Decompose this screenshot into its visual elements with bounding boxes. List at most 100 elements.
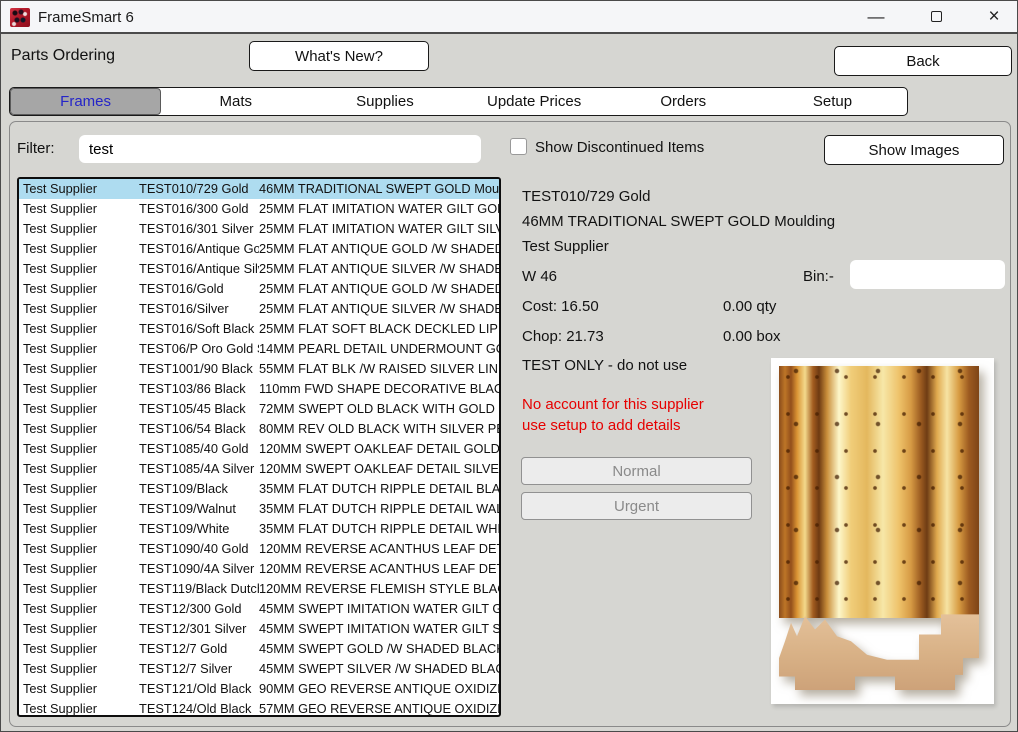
list-item[interactable]: Test SupplierTEST1085/4A Silver120MM SWE… bbox=[19, 459, 499, 479]
cell-code: TEST106/54 Black bbox=[139, 419, 259, 439]
cell-description: 120MM SWEPT OAKLEAF DETAIL SILVER Mo bbox=[259, 459, 499, 479]
list-item[interactable]: Test SupplierTEST12/300 Gold45MM SWEPT I… bbox=[19, 599, 499, 619]
supplier-warning-line2: use setup to add details bbox=[522, 417, 680, 434]
supplier-warning-line1: No account for this supplier bbox=[522, 396, 704, 413]
cell-description: 14MM PEARL DETAIL UNDERMOUNT GOLD S bbox=[259, 339, 499, 359]
back-button[interactable]: Back bbox=[834, 46, 1012, 76]
list-item[interactable]: Test SupplierTEST121/Old Black90MM GEO R… bbox=[19, 679, 499, 699]
cell-supplier: Test Supplier bbox=[19, 679, 139, 699]
cell-code: TEST12/300 Gold bbox=[139, 599, 259, 619]
cell-code: TEST109/Walnut bbox=[139, 499, 259, 519]
tab-supplies[interactable]: Supplies bbox=[310, 88, 459, 115]
list-item[interactable]: Test SupplierTEST119/Black Dutch120MM RE… bbox=[19, 579, 499, 599]
show-discontinued-label: Show Discontinued Items bbox=[535, 139, 704, 156]
cell-supplier: Test Supplier bbox=[19, 699, 139, 717]
cell-description: 55MM FLAT BLK /W RAISED SILVER LINES M bbox=[259, 359, 499, 379]
minimize-icon[interactable]: — bbox=[854, 1, 898, 32]
list-item[interactable]: Test SupplierTEST105/45 Black72MM SWEPT … bbox=[19, 399, 499, 419]
cell-description: 25MM FLAT ANTIQUE GOLD /W SHADED BLA bbox=[259, 279, 499, 299]
cell-description: 25MM FLAT IMITATION WATER GILT SILVER bbox=[259, 219, 499, 239]
cell-code: TEST105/45 Black bbox=[139, 399, 259, 419]
list-item[interactable]: Test SupplierTEST124/Old Black57MM GEO R… bbox=[19, 699, 499, 717]
filter-input[interactable] bbox=[79, 135, 481, 163]
list-item[interactable]: Test SupplierTEST109/Black35MM FLAT DUTC… bbox=[19, 479, 499, 499]
urgent-order-button[interactable]: Urgent bbox=[521, 492, 752, 520]
list-item[interactable]: Test SupplierTEST12/7 Gold45MM SWEPT GOL… bbox=[19, 639, 499, 659]
show-images-button[interactable]: Show Images bbox=[824, 135, 1004, 165]
detail-code: TEST010/729 Gold bbox=[522, 188, 650, 205]
list-item[interactable]: Test SupplierTEST103/86 Black110mm FWD S… bbox=[19, 379, 499, 399]
cell-supplier: Test Supplier bbox=[19, 179, 139, 199]
list-item[interactable]: Test SupplierTEST016/Silver25MM FLAT ANT… bbox=[19, 299, 499, 319]
cell-supplier: Test Supplier bbox=[19, 479, 139, 499]
cell-supplier: Test Supplier bbox=[19, 399, 139, 419]
list-item[interactable]: Test SupplierTEST1090/4A Silver120MM REV… bbox=[19, 559, 499, 579]
cell-description: 25MM FLAT ANTIQUE GOLD /W SHADED BLA bbox=[259, 239, 499, 259]
cell-supplier: Test Supplier bbox=[19, 299, 139, 319]
cell-description: 25MM FLAT ANTIQUE SILVER /W SHADED BL bbox=[259, 299, 499, 319]
list-item[interactable]: Test SupplierTEST12/7 Silver45MM SWEPT S… bbox=[19, 659, 499, 679]
tab-orders[interactable]: Orders bbox=[609, 88, 758, 115]
cell-description: 45MM SWEPT SILVER /W SHADED BLACK LI bbox=[259, 659, 499, 679]
cell-supplier: Test Supplier bbox=[19, 319, 139, 339]
list-item[interactable]: Test SupplierTEST016/Antique Silv25MM FL… bbox=[19, 259, 499, 279]
cell-supplier: Test Supplier bbox=[19, 659, 139, 679]
list-item[interactable]: Test SupplierTEST106/54 Black80MM REV OL… bbox=[19, 419, 499, 439]
tab-mats[interactable]: Mats bbox=[161, 88, 310, 115]
list-item[interactable]: Test SupplierTEST1001/90 Black55MM FLAT … bbox=[19, 359, 499, 379]
whats-new-button[interactable]: What's New? bbox=[249, 41, 429, 71]
moulding-photo bbox=[771, 358, 994, 704]
list-item[interactable]: Test SupplierTEST016/Soft Black25MM FLAT… bbox=[19, 319, 499, 339]
cell-supplier: Test Supplier bbox=[19, 619, 139, 639]
cell-supplier: Test Supplier bbox=[19, 599, 139, 619]
bin-input[interactable] bbox=[850, 260, 1005, 289]
cell-supplier: Test Supplier bbox=[19, 639, 139, 659]
maximize-square bbox=[931, 11, 942, 22]
cell-code: TEST1090/4A Silver bbox=[139, 559, 259, 579]
list-item[interactable]: Test SupplierTEST010/729 Gold46MM TRADIT… bbox=[19, 179, 499, 199]
filter-label: Filter: bbox=[17, 140, 55, 157]
show-discontinued-checkbox[interactable] bbox=[510, 138, 527, 155]
list-item[interactable]: Test SupplierTEST109/White35MM FLAT DUTC… bbox=[19, 519, 499, 539]
cell-code: TEST1090/40 Gold bbox=[139, 539, 259, 559]
close-icon[interactable]: × bbox=[972, 1, 1016, 32]
cell-code: TEST016/Soft Black bbox=[139, 319, 259, 339]
detail-chop: Chop: 21.73 bbox=[522, 328, 604, 345]
cell-supplier: Test Supplier bbox=[19, 219, 139, 239]
detail-box: 0.00 box bbox=[723, 328, 781, 345]
cell-code: TEST06/P Oro Gold S bbox=[139, 339, 259, 359]
normal-order-button[interactable]: Normal bbox=[521, 457, 752, 485]
cell-supplier: Test Supplier bbox=[19, 539, 139, 559]
cell-supplier: Test Supplier bbox=[19, 339, 139, 359]
cell-description: 72MM SWEPT OLD BLACK WITH GOLD LIP M bbox=[259, 399, 499, 419]
list-item[interactable]: Test SupplierTEST016/301 Silver25MM FLAT… bbox=[19, 219, 499, 239]
cell-supplier: Test Supplier bbox=[19, 259, 139, 279]
list-item[interactable]: Test SupplierTEST1090/40 Gold120MM REVER… bbox=[19, 539, 499, 559]
detail-supplier: Test Supplier bbox=[522, 238, 609, 255]
list-item[interactable]: Test SupplierTEST016/Gold25MM FLAT ANTIQ… bbox=[19, 279, 499, 299]
title-bar: FrameSmart 6 — × bbox=[1, 1, 1017, 34]
cell-supplier: Test Supplier bbox=[19, 199, 139, 219]
maximize-icon[interactable] bbox=[914, 1, 958, 32]
list-item[interactable]: Test SupplierTEST1085/40 Gold120MM SWEPT… bbox=[19, 439, 499, 459]
list-item[interactable]: Test SupplierTEST016/Antique Go25MM FLAT… bbox=[19, 239, 499, 259]
list-item[interactable]: Test SupplierTEST109/Walnut35MM FLAT DUT… bbox=[19, 499, 499, 519]
app-window: { "window": { "title": "FrameSmart 6", "… bbox=[0, 0, 1018, 732]
cell-supplier: Test Supplier bbox=[19, 279, 139, 299]
tab-update-prices[interactable]: Update Prices bbox=[460, 88, 609, 115]
list-item[interactable]: Test SupplierTEST12/301 Silver45MM SWEPT… bbox=[19, 619, 499, 639]
detail-qty: 0.00 qty bbox=[723, 298, 776, 315]
list-item[interactable]: Test SupplierTEST016/300 Gold25MM FLAT I… bbox=[19, 199, 499, 219]
results-list[interactable]: Test SupplierTEST010/729 Gold46MM TRADIT… bbox=[17, 177, 501, 717]
cell-code: TEST1085/40 Gold bbox=[139, 439, 259, 459]
cell-supplier: Test Supplier bbox=[19, 499, 139, 519]
cell-code: TEST1001/90 Black bbox=[139, 359, 259, 379]
tab-frames[interactable]: Frames bbox=[10, 88, 161, 115]
detail-description: 46MM TRADITIONAL SWEPT GOLD Moulding bbox=[522, 213, 835, 230]
page-title: Parts Ordering bbox=[11, 47, 115, 65]
cell-description: 120MM REVERSE ACANTHUS LEAF DETAIL G bbox=[259, 539, 499, 559]
cell-code: TEST016/300 Gold bbox=[139, 199, 259, 219]
cell-code: TEST109/Black bbox=[139, 479, 259, 499]
list-item[interactable]: Test SupplierTEST06/P Oro Gold S14MM PEA… bbox=[19, 339, 499, 359]
tab-setup[interactable]: Setup bbox=[758, 88, 907, 115]
